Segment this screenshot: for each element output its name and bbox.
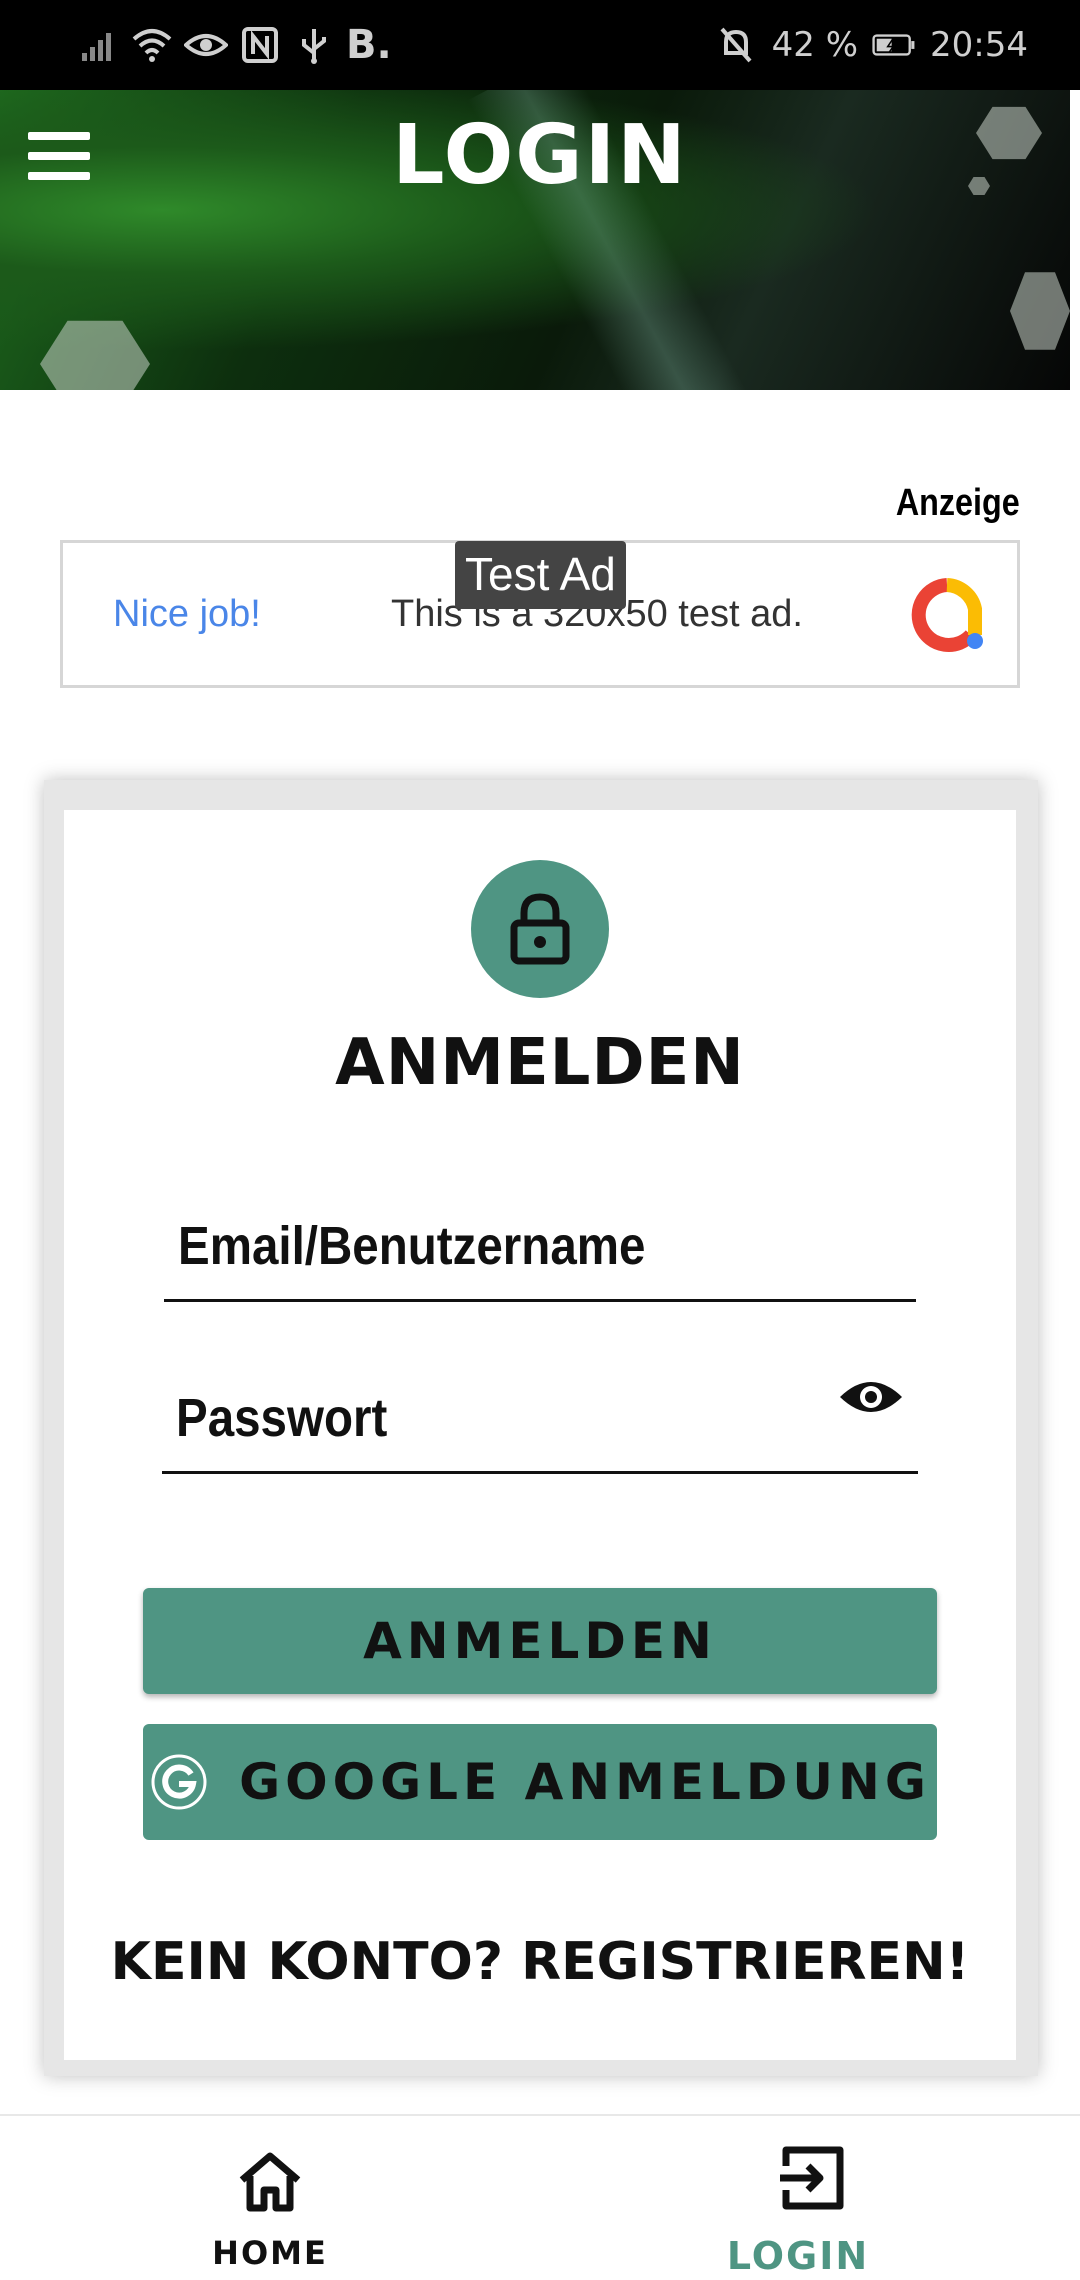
login-button[interactable]: ANMELDEN: [143, 1588, 937, 1694]
status-icons-left: B.: [76, 20, 392, 70]
google-login-button[interactable]: GOOGLE ANMELDUNG: [143, 1724, 937, 1840]
google-icon: [151, 1754, 207, 1810]
eye-comfort-icon: [184, 23, 228, 67]
status-bar: B. 42 % 20:54: [0, 0, 1080, 90]
status-icons-right: 42 % 20:54: [714, 20, 1028, 70]
google-button-label: GOOGLE ANMELDUNG: [239, 1753, 931, 1811]
username-field[interactable]: Email/Benutzername: [164, 1182, 916, 1302]
home-icon: [239, 2152, 301, 2212]
clock: 20:54: [930, 25, 1028, 65]
wifi-icon: [130, 23, 174, 67]
nav-item-home[interactable]: HOME: [0, 2116, 540, 2280]
carrier-badge: B.: [346, 22, 392, 68]
page-title: LOGIN: [392, 108, 688, 203]
ad-banner[interactable]: Nice job! This is a 320x50 test ad. Test…: [60, 540, 1020, 688]
password-field[interactable]: Passwort: [162, 1354, 918, 1474]
header-edge: [1070, 90, 1080, 390]
login-icon: [780, 2146, 844, 2210]
nav-label-login: LOGIN: [726, 2234, 870, 2278]
header-hexagon: [1010, 272, 1070, 350]
nav-item-login[interactable]: LOGIN: [540, 2116, 1080, 2280]
header-hexagon: [40, 320, 150, 390]
admob-logo-icon: [909, 577, 985, 653]
nfc-icon: [238, 23, 282, 67]
lock-badge: [471, 860, 609, 998]
login-card: ANMELDEN Email/Benutzername Passwort ANM…: [64, 810, 1016, 2060]
signal-icon: [76, 23, 120, 67]
login-heading: ANMELDEN: [335, 1026, 745, 1100]
test-ad-tag: Test Ad: [455, 541, 626, 609]
battery-icon: [872, 23, 916, 67]
usb-icon: [292, 23, 336, 67]
battery-percent: 42 %: [771, 25, 859, 65]
bottom-navigation: HOME LOGIN: [0, 2114, 1080, 2280]
nav-label-home: HOME: [212, 2234, 328, 2272]
ad-label: Anzeige: [896, 482, 1020, 524]
register-link[interactable]: KEIN KONTO? REGISTRIEREN!: [64, 1932, 1016, 1992]
username-input[interactable]: [164, 1182, 916, 1299]
app-header: LOGIN: [0, 90, 1080, 390]
show-password-icon[interactable]: [838, 1375, 904, 1419]
password-input[interactable]: [162, 1354, 918, 1471]
ad-headline: Nice job!: [113, 593, 261, 635]
silent-bell-icon: [714, 23, 758, 67]
login-button-label: ANMELDEN: [363, 1612, 717, 1670]
lock-icon: [510, 893, 570, 965]
